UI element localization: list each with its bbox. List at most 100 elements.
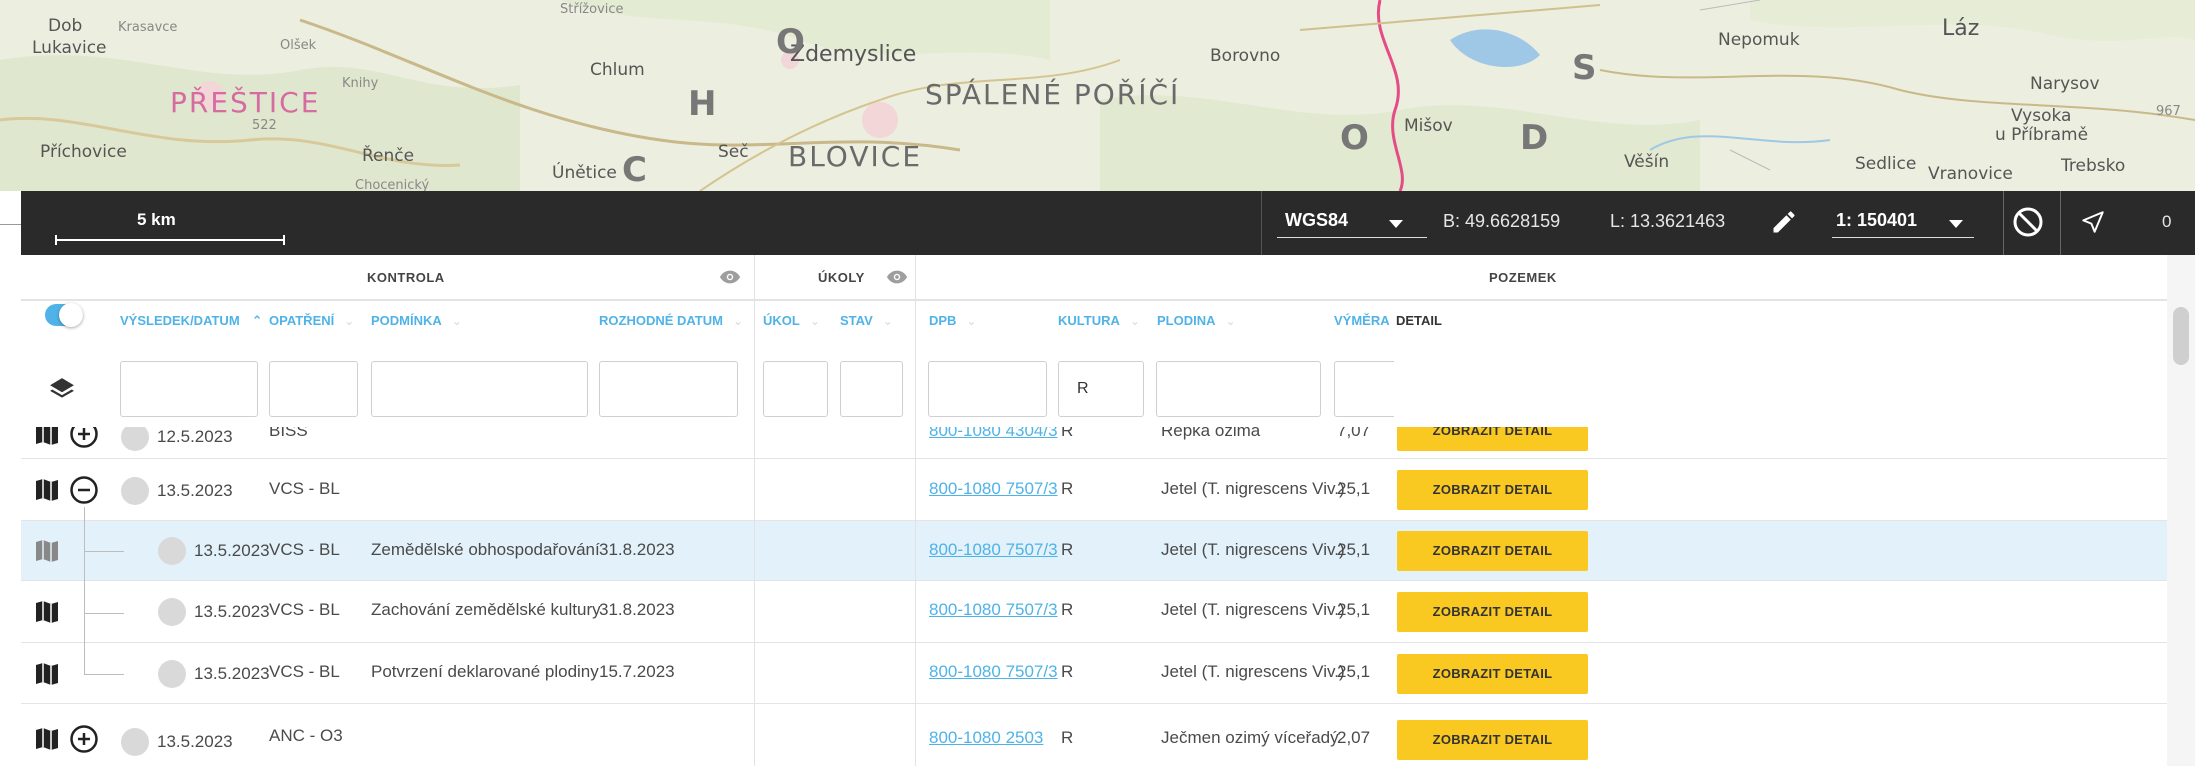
coordinate-longitude: L: 13.3621463 (1610, 211, 1726, 231)
expand-icon[interactable] (69, 427, 99, 449)
scale-label: 5 km (137, 210, 176, 229)
cell-dpb-link[interactable]: 800-1080 7507/3 (929, 662, 1058, 682)
filter-ukol[interactable] (763, 361, 828, 417)
map-icon[interactable] (35, 479, 59, 501)
scale-bar-left-tick (55, 235, 57, 245)
map-label: Střížovice (560, 2, 624, 17)
cell-podminka: Potvrzení deklarované plodiny (371, 662, 599, 681)
scrollbar-thumb[interactable] (2173, 307, 2189, 365)
map-icon[interactable] (35, 540, 59, 562)
vertical-scrollbar[interactable] (2167, 255, 2195, 766)
column-header-rozhodne-datum[interactable]: ROZHODNÉ DATUM ⌄ (599, 313, 743, 328)
map-label: Zdemyslice (790, 42, 917, 67)
map-label: u Příbramě (1995, 125, 2089, 145)
map-label: BLOVICE (788, 140, 923, 173)
eye-icon[interactable] (719, 269, 741, 285)
show-detail-button[interactable]: ZOBRAZIT DETAIL (1397, 531, 1588, 571)
table-row[interactable]: 12.5.2023 BISS 800-1080 4304/3 R Řepka o… (21, 427, 2167, 459)
row-spacer (21, 300, 2167, 301)
map-label: D (1520, 118, 1549, 158)
toolbar-divider (1261, 191, 1262, 255)
table-row[interactable]: 13.5.2023 VCS - BL Zemědělské obhospodař… (21, 521, 2167, 581)
filter-stav[interactable] (840, 361, 903, 417)
map-icon[interactable] (35, 601, 59, 623)
crs-select[interactable]: WGS84 (1263, 191, 1443, 255)
cell-vymera: 25,1 (1337, 662, 1371, 681)
filter-vysledek[interactable] (120, 361, 258, 417)
map-label: Olšek (280, 38, 317, 53)
column-header-vysledek[interactable]: VÝSLEDEK/DATUM ⌃ (120, 313, 263, 329)
cell-dpb-link[interactable]: 800-1080 7507/3 (929, 540, 1058, 560)
cell-date: 13.5.2023 (194, 602, 270, 621)
toggle-knob (59, 303, 83, 327)
cell-kultura: R (1061, 540, 1074, 559)
show-detail-button[interactable]: ZOBRAZIT DETAIL (1397, 470, 1588, 510)
status-dot (121, 427, 149, 451)
cell-vymera: 25,1 (1337, 479, 1371, 498)
navigation-icon[interactable] (2080, 209, 2106, 235)
map-label: 522 (252, 118, 277, 133)
column-header-podminka[interactable]: PODMÍNKA ⌄ (371, 313, 462, 328)
map-label: Lukavice (32, 38, 107, 58)
show-detail-button[interactable]: ZOBRAZIT DETAIL (1397, 720, 1588, 760)
map-label: Dob (48, 16, 83, 36)
map-icon[interactable] (35, 728, 59, 750)
cell-vymera: 7,07 (1337, 427, 1371, 440)
table-row[interactable]: 13.5.2023 VCS - BL Zachování zemědělské … (21, 581, 2167, 643)
table-row[interactable]: 13.5.2023 VCS - BL 800-1080 7507/3 R Jet… (21, 459, 2167, 521)
show-all-toggle[interactable] (45, 303, 83, 327)
filter-opatreni[interactable] (269, 361, 358, 417)
tree-connector (84, 507, 85, 674)
tree-connector (84, 551, 124, 552)
column-divider (915, 427, 916, 766)
block-icon[interactable] (2010, 204, 2046, 240)
collapse-icon[interactable] (69, 475, 99, 505)
filter-vymera[interactable] (1334, 361, 1394, 417)
column-header-ukol[interactable]: ÚKOL ⌄ (763, 313, 820, 328)
cell-opatreni: VCS - BL (269, 540, 340, 559)
table-row[interactable]: 13.5.2023 ANC - O3 800-1080 2503 R Ječme… (21, 704, 2167, 766)
show-detail-button[interactable]: ZOBRAZIT DETAIL (1397, 654, 1588, 694)
cell-date: 12.5.2023 (157, 427, 233, 446)
scale-bar-right-tick (283, 235, 285, 245)
map-label: Příchovice (40, 142, 127, 162)
chevron-down-icon (1949, 220, 1963, 228)
filter-plodina[interactable] (1156, 361, 1321, 417)
cell-dpb-link[interactable]: 800-1080 4304/3 (929, 427, 1058, 441)
group-header-ukoly: ÚKOLY (755, 255, 916, 300)
show-detail-button[interactable]: ZOBRAZIT DETAIL (1397, 427, 1588, 451)
show-detail-button[interactable]: ZOBRAZIT DETAIL (1397, 592, 1588, 632)
eye-icon[interactable] (886, 269, 908, 285)
tree-connector (84, 613, 124, 614)
left-edge (0, 191, 21, 766)
filter-dpb[interactable] (928, 361, 1047, 417)
column-header-dpb[interactable]: DPB ⌄ (929, 313, 977, 328)
map-view[interactable]: Dob Lukavice Krasavce Olšek Chlum Zdemys… (0, 0, 2195, 191)
scale-select[interactable]: 1: 150401 (1816, 191, 1986, 255)
table-row[interactable]: 13.5.2023 VCS - BL Potvrzení deklarované… (21, 643, 2167, 704)
cell-opatreni: VCS - BL (269, 600, 340, 619)
column-header-plodina[interactable]: PLODINA ⌄ (1157, 313, 1236, 328)
column-header-stav[interactable]: STAV ⌄ (840, 313, 893, 328)
map-label: Vranovice (1928, 164, 2013, 184)
map-label: PŘEŠTICE (170, 86, 321, 119)
filter-rozhodne-datum[interactable] (599, 361, 738, 417)
pencil-icon[interactable] (1770, 207, 1798, 237)
filter-kultura[interactable] (1058, 361, 1144, 417)
chevron-down-icon (1389, 220, 1403, 228)
expand-icon[interactable] (69, 724, 99, 754)
map-label: Nepomuk (1718, 30, 1800, 50)
map-icon[interactable] (35, 663, 59, 685)
cell-dpb-link[interactable]: 800-1080 2503 (929, 728, 1043, 748)
column-header-vymera[interactable]: VÝMĚRA (1334, 313, 1390, 328)
column-header-opatreni[interactable]: OPATŘENÍ ⌄ (269, 313, 354, 328)
cell-dpb-link[interactable]: 800-1080 7507/3 (929, 600, 1058, 620)
cell-plodina: Jetel (T. nigrescens Viv.) (1161, 540, 1345, 559)
map-label: Narysov (2030, 74, 2100, 94)
column-header-kultura[interactable]: KULTURA ⌄ (1058, 313, 1140, 328)
cell-dpb-link[interactable]: 800-1080 7507/3 (929, 479, 1058, 499)
filter-podminka[interactable] (371, 361, 588, 417)
layers-icon[interactable] (49, 376, 75, 402)
map-icon[interactable] (35, 427, 59, 445)
cell-opatreni: ANC - O3 (269, 726, 343, 745)
